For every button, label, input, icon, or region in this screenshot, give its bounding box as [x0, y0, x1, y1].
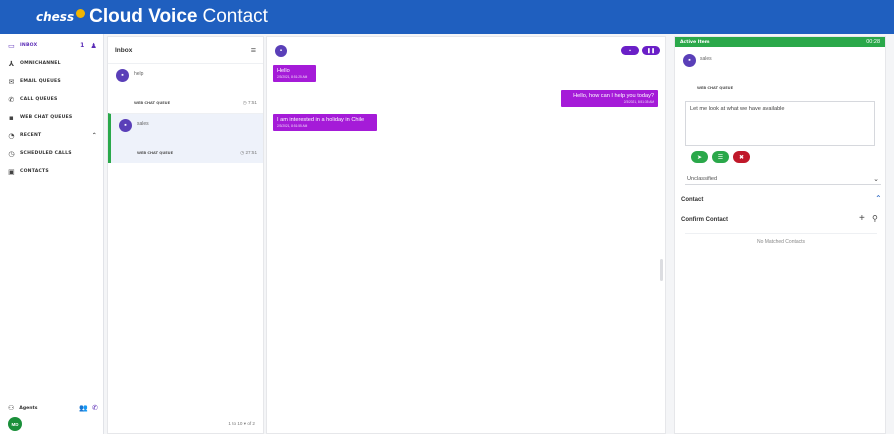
- message-text: Hello: [277, 68, 290, 74]
- chevron-down-icon: ⌄: [873, 176, 879, 183]
- conversation-time: ◷ 27:51: [240, 150, 257, 155]
- brand-name: Cloud Voice: [89, 6, 198, 27]
- clock-icon: ◷: [8, 149, 15, 158]
- agents-label: Agents: [19, 405, 38, 411]
- send-icon: ➤: [696, 154, 703, 161]
- no-matched-contacts: No Matched Contacts: [685, 233, 877, 249]
- conversation-queue-tag: WEB CHAT QUEUE: [137, 151, 174, 155]
- agents-icon: ⚇: [8, 404, 15, 412]
- inbox-alert-icon[interactable]: ♟: [91, 42, 97, 50]
- phone-icon: ✆: [8, 95, 15, 104]
- active-item-panel: Active Item 00:28 ▪ sales WEB CHAT QUEUE…: [674, 36, 886, 434]
- nav-label: Call Queues: [20, 97, 58, 102]
- pause-icon: ❚❚: [646, 47, 656, 54]
- top-bar: chess Cloud Voice Contact: [0, 0, 894, 34]
- chat-action-button[interactable]: ▪: [621, 46, 639, 55]
- message-timestamp: 2/3/2021, 8:51:55 AM: [277, 124, 308, 128]
- chevron-up-icon[interactable]: ⌃: [875, 194, 882, 203]
- nav-item-inbox[interactable]: ▭ Inbox 1 ♟: [0, 39, 103, 52]
- inbox-icon: ▭: [8, 41, 15, 50]
- end-chat-button[interactable]: ✖: [733, 151, 750, 163]
- brand-logo-icon: [76, 8, 86, 18]
- nav-item-email-queues[interactable]: ✉ Email Queues: [0, 75, 103, 88]
- hold-button[interactable]: ❚❚: [642, 46, 660, 55]
- active-item-title: Active Item: [680, 39, 710, 45]
- classification-select[interactable]: Unclassified ⌄: [685, 174, 881, 185]
- confirm-contact-title: Confirm Contact: [681, 217, 728, 223]
- contacts-icon: ▣: [8, 167, 15, 176]
- message-timestamp: 2/3/2021, 8:51:35 AM: [623, 100, 654, 104]
- conversation-name: help: [134, 71, 144, 77]
- conversation-time: ◷ 7:51: [242, 100, 257, 105]
- nav-item-web-chat-queues[interactable]: ▪ Web Chat Queues: [0, 111, 103, 124]
- nav-item-call-queues[interactable]: ✆ Call Queues: [0, 93, 103, 106]
- message-text: Hello, how can I help you today?: [573, 93, 654, 99]
- message-incoming: Hello 2/3/2021, 8:51:25 AM: [273, 65, 316, 82]
- send-button[interactable]: ➤: [691, 151, 708, 163]
- nav-label: Scheduled Calls: [20, 151, 72, 156]
- nav-label: Contacts: [20, 169, 49, 174]
- chat-icon: ▪: [275, 45, 287, 57]
- conversation-item[interactable]: ▪ help WEB CHAT QUEUE ◷ 7:51: [108, 63, 263, 113]
- add-icon[interactable]: +: [859, 213, 865, 224]
- nav-label: Recent: [20, 133, 42, 138]
- chat-avatar-icon: ▪: [119, 119, 132, 132]
- active-contact-name: sales: [700, 56, 712, 62]
- chat-icon: ▪: [9, 113, 14, 122]
- chat-icon: ▪: [629, 47, 631, 54]
- chevron-up-icon[interactable]: ⌃: [92, 132, 97, 139]
- chat-avatar-icon: ▪: [683, 54, 696, 67]
- agents-row[interactable]: ⚇ Agents 👥 ✆: [0, 404, 104, 412]
- brand-small: chess: [36, 10, 75, 24]
- nav-item-contacts[interactable]: ▣ Contacts: [0, 165, 103, 178]
- resize-handle[interactable]: [660, 259, 663, 281]
- nav-item-recent[interactable]: ◔ Recent ⌃: [0, 129, 103, 142]
- email-icon: ✉: [8, 77, 15, 86]
- filter-icon[interactable]: ≡: [251, 45, 256, 55]
- list-icon: ☰: [717, 154, 724, 161]
- nav-item-omnichannel[interactable]: ⅄ Omnichannel: [0, 57, 103, 70]
- recent-icon: ◔: [8, 131, 15, 140]
- active-item-header: Active Item 00:28: [675, 37, 885, 47]
- nav-label: Web Chat Queues: [20, 115, 73, 120]
- close-icon: ✖: [738, 154, 745, 161]
- classification-value: Unclassified: [687, 176, 718, 182]
- team-icon[interactable]: 👥: [79, 404, 88, 412]
- inbox-count-badge: 1: [80, 42, 85, 49]
- omnichannel-icon: ⅄: [8, 59, 15, 68]
- pagination[interactable]: 1 to 10 ▾ of 2: [228, 421, 255, 427]
- chat-avatar-icon: ▪: [116, 69, 129, 82]
- brand-suffix: Contact: [202, 6, 268, 27]
- message-outgoing: Hello, how can I help you today? 2/3/202…: [561, 90, 658, 107]
- conversation-queue-tag: WEB CHAT QUEUE: [134, 101, 171, 105]
- conversation-item-active[interactable]: ▪ sales WEB CHAT QUEUE ◷ 27:51: [108, 113, 263, 163]
- chat-panel: ▪ ▪ ❚❚ Hello 2/3/2021, 8:51:25 AM Hello,…: [266, 36, 666, 434]
- message-incoming: I am interested in a holiday in Chile 2/…: [273, 114, 377, 131]
- phone-status-icon[interactable]: ✆: [92, 404, 98, 412]
- conversation-name: sales: [137, 121, 149, 127]
- contact-section-title: Contact: [681, 197, 704, 203]
- inbox-title: Inbox: [115, 46, 133, 54]
- inbox-header: Inbox ≡: [108, 37, 263, 63]
- reply-input[interactable]: Let me look at what we have available: [685, 101, 875, 146]
- nav-label: Inbox: [20, 43, 38, 48]
- nav-label: Omnichannel: [20, 61, 61, 66]
- inbox-panel: Inbox ≡ ▪ help WEB CHAT QUEUE ◷ 7:51 ▪ s…: [107, 36, 264, 434]
- active-item-timer: 00:28: [866, 39, 880, 45]
- avatar[interactable]: MD: [8, 417, 22, 431]
- left-nav: ▭ Inbox 1 ♟ ⅄ Omnichannel ✉ Email Queues…: [0, 34, 104, 434]
- nav-label: Email Queues: [20, 79, 61, 84]
- active-queue-tag: WEB CHAT QUEUE: [697, 86, 734, 90]
- message-timestamp: 2/3/2021, 8:51:25 AM: [277, 75, 308, 79]
- message-text: I am interested in a holiday in Chile: [277, 117, 365, 123]
- nav-item-scheduled-calls[interactable]: ◷ Scheduled Calls: [0, 147, 103, 160]
- canned-response-button[interactable]: ☰: [712, 151, 729, 163]
- search-icon[interactable]: ⚲: [872, 214, 878, 223]
